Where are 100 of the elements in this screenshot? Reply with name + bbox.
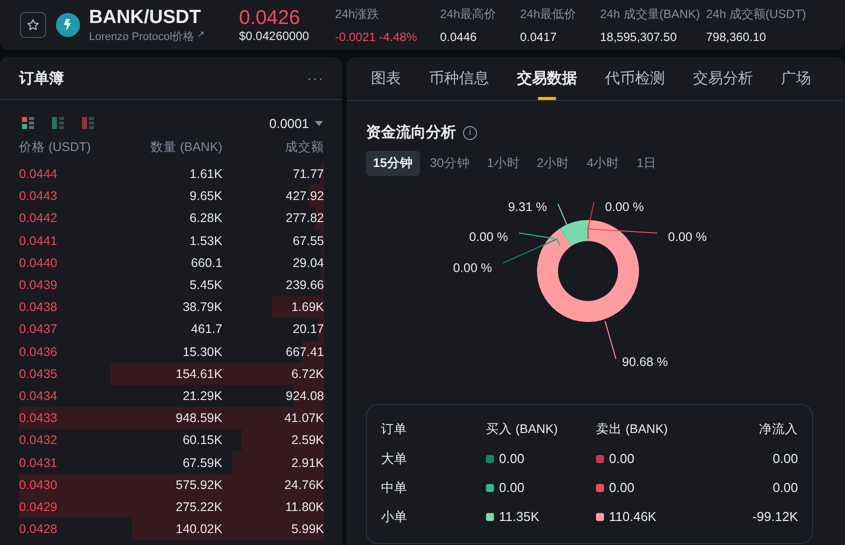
- ask-row[interactable]: 0.0444 1.61K 71.77: [19, 163, 324, 186]
- ask-row[interactable]: 0.0437 461.7 20.17: [19, 318, 324, 340]
- period-tab[interactable]: 1日: [630, 151, 664, 176]
- ask-total: 20.17: [292, 322, 324, 336]
- ask-row[interactable]: 0.0430 575.92K 24.76K: [19, 474, 324, 496]
- ask-row[interactable]: 0.0434 21.29K 924.08: [19, 384, 324, 408]
- ask-total: 277.82: [284, 211, 324, 226]
- ask-price: 0.0431: [19, 456, 58, 470]
- ask-total: 427.92: [284, 189, 324, 204]
- ask-total: 924.08: [284, 388, 324, 403]
- ask-price: 0.0438: [19, 300, 58, 314]
- ask-amount: 15.30K: [182, 344, 222, 359]
- ask-amount: 275.22K: [174, 500, 222, 514]
- ask-amount: 1.61K: [188, 167, 222, 182]
- ask-row[interactable]: 0.0443 9.65K 427.92: [19, 185, 324, 208]
- stat-label: 24h最高价: [440, 6, 498, 23]
- net-inflow: -99.12K: [751, 509, 798, 524]
- ask-row[interactable]: 0.0428 140.02K 5.99K: [19, 518, 324, 540]
- last-price: 0.0426: [239, 7, 302, 29]
- leader-line: [604, 320, 616, 360]
- ask-price: 0.0434: [19, 388, 58, 403]
- token-name-link[interactable]: Lorenzo Protocol价格: [89, 28, 194, 44]
- token-logo-icon: [56, 13, 80, 37]
- tab[interactable]: 币种信息: [417, 57, 501, 100]
- column-header: 净流入: [758, 421, 798, 438]
- ask-price: 0.0444: [19, 167, 58, 182]
- ask-price: 0.0428: [19, 522, 58, 536]
- ask-price: 0.0443: [19, 189, 58, 204]
- external-link-icon[interactable]: ↗: [197, 28, 205, 44]
- data-label: 90.68 %: [622, 355, 668, 369]
- ask-row[interactable]: 0.0438 38.79K 1.69K: [19, 296, 324, 318]
- ask-total: 667.41: [284, 344, 324, 359]
- column-header: 订单: [381, 421, 408, 438]
- ask-amount: 9.65K: [188, 189, 222, 204]
- more-menu[interactable]: ···: [307, 70, 324, 86]
- ask-row[interactable]: 0.0441 1.53K 67.55: [19, 230, 324, 252]
- net-inflow: 0.00: [772, 451, 798, 466]
- ask-total: 67.55: [292, 234, 324, 248]
- tab[interactable]: 图表: [359, 57, 413, 100]
- ask-price: 0.0440: [19, 256, 58, 270]
- ask-amount: 5.45K: [188, 278, 222, 292]
- ask-total: 5.99K: [290, 522, 324, 536]
- ask-price: 0.0436: [19, 344, 58, 359]
- ask-price: 0.0430: [19, 478, 58, 492]
- caret-icon[interactable]: [315, 120, 323, 126]
- ask-amount: 1.53K: [188, 234, 222, 248]
- ask-row[interactable]: 0.0436 15.30K 667.41: [19, 340, 324, 363]
- tab[interactable]: 广场: [769, 57, 823, 100]
- column-header: 数量 (BANK): [149, 138, 222, 156]
- column-header: 卖出 (BANK): [596, 421, 669, 438]
- buy-amount: 11.35K: [499, 509, 540, 524]
- ask-row[interactable]: 0.0429 275.22K 11.80K: [19, 496, 324, 518]
- ask-amount: 38.79K: [182, 300, 222, 314]
- ask-amount: 60.15K: [182, 433, 222, 448]
- data-label: 0.00 %: [605, 200, 644, 214]
- info-icon[interactable]: i: [463, 126, 477, 140]
- ask-price: 0.0429: [19, 500, 58, 514]
- column-header: 价格 (USDT): [19, 138, 92, 156]
- ask-price: 0.0439: [19, 278, 58, 292]
- ask-row[interactable]: 0.0440 660.1 29.04: [19, 252, 324, 274]
- stat-label: 24h最低价: [520, 6, 578, 23]
- ask-amount: 948.59K: [174, 411, 222, 426]
- pair-symbol: BANK/USDT: [89, 6, 202, 28]
- ask-row[interactable]: 0.0432 60.15K 2.59K: [19, 429, 324, 452]
- period-tab[interactable]: 2小时: [530, 151, 577, 176]
- period-tab[interactable]: 4小时: [580, 151, 627, 176]
- ask-price: 0.0433: [19, 411, 58, 426]
- ask-row[interactable]: 0.0435 154.61K 6.72K: [19, 362, 324, 385]
- ask-row[interactable]: 0.0439 5.45K 239.66: [19, 274, 324, 296]
- tab[interactable]: 交易分析: [681, 57, 765, 100]
- stat-value: 798,360.10: [706, 30, 768, 44]
- column-header: 成交额: [284, 138, 324, 156]
- period-tab[interactable]: 30分钟: [422, 151, 477, 176]
- order-size-label: 小单: [381, 508, 408, 526]
- ask-amount: 6.28K: [188, 211, 222, 226]
- ask-total: 41.07K: [283, 411, 324, 426]
- ask-total: 2.91K: [290, 456, 324, 470]
- ask-total: 239.66: [284, 278, 324, 292]
- stat-value: -0.0021 -4.48%: [335, 30, 418, 44]
- precision-dropdown[interactable]: 0.0001: [269, 116, 323, 130]
- period-tab[interactable]: 1小时: [480, 151, 527, 176]
- stat-label: 24h 成交额(USDT): [706, 6, 808, 23]
- layout-icon[interactable]: [52, 117, 64, 129]
- data-label: 0.00 %: [453, 261, 492, 275]
- ask-price: 0.0442: [19, 211, 58, 226]
- ask-row[interactable]: 0.0442 6.28K 277.82: [19, 207, 324, 230]
- sell-amount: 0.00: [609, 451, 634, 466]
- ask-row[interactable]: 0.0431 67.59K 2.91K: [19, 451, 324, 474]
- data-label: 0.00 %: [469, 230, 508, 244]
- ask-amount: 21.29K: [182, 388, 222, 403]
- ask-row[interactable]: 0.0433 948.59K 41.07K: [19, 407, 324, 430]
- ask-amount: 140.02K: [174, 522, 222, 536]
- tab[interactable]: 代币检测: [593, 57, 677, 100]
- period-tab[interactable]: 15分钟: [366, 151, 420, 176]
- ask-total: 24.76K: [283, 478, 324, 492]
- layout-icon[interactable]: [22, 117, 34, 129]
- order-size-label: 中单: [381, 478, 408, 496]
- column-header: 买入 (BANK): [486, 421, 559, 438]
- stat-value: 0.0446: [440, 30, 478, 44]
- usd-price: $0.04260000: [239, 29, 310, 43]
